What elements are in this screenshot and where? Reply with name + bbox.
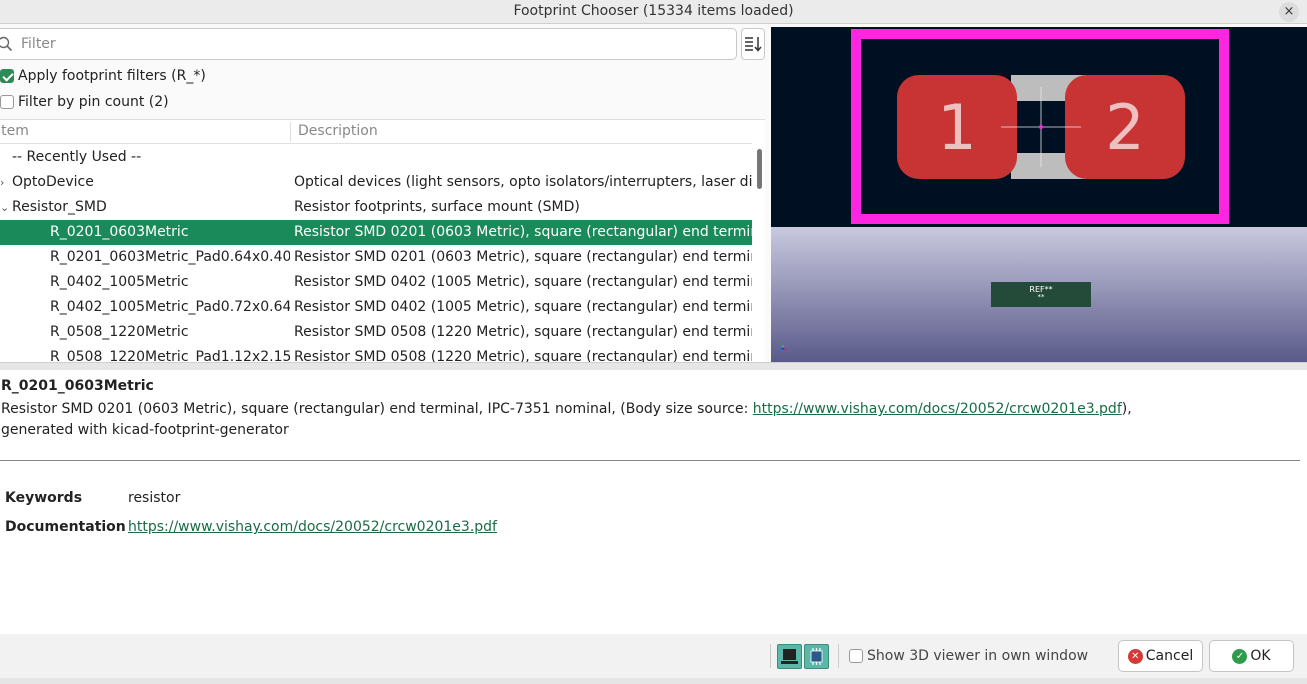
tree-row[interactable]: R_0508_1220Metric_Pad1.12x2.15mm_HandSol… — [0, 345, 752, 362]
ref-sub-3d: ** — [1038, 293, 1046, 301]
ok-label: OK — [1250, 648, 1271, 664]
footer-separator — [770, 644, 771, 668]
tree-row-description: Resistor SMD 0508 (1220 Metric), square … — [294, 324, 752, 340]
library-pane: Apply footprint filters (R_*) Filter by … — [0, 25, 767, 362]
tree-row-description: Resistor SMD 0201 (0603 Metric), square … — [294, 249, 752, 265]
expander-icon[interactable]: › — [0, 170, 10, 195]
tree-row[interactable]: R_0402_1005Metric_Pad0.72x0.64mm_HandSol… — [0, 295, 752, 320]
pin-count-label: Filter by pin count (2) — [18, 94, 169, 110]
tree-row-item: OptoDevice — [12, 174, 94, 190]
footprint-tree: Item Description -- Recently Used -- › Opt… — [0, 119, 765, 362]
tree-row[interactable]: R_0402_1005Metric Resistor SMD 0402 (1005… — [0, 270, 752, 295]
footprint-view-icon — [781, 649, 798, 664]
tree-row[interactable]: ⌄ Resistor_SMD Resistor footprints, surfac… — [0, 195, 752, 220]
tree-row-item: R_0201_0603Metric_Pad0.64x0.40mm_HandSol… — [50, 249, 290, 265]
tree-row-item: R_0402_1005Metric_Pad0.72x0.64mm_HandSol… — [50, 299, 290, 315]
documentation-row: Documentation https://www.vishay.com/docs… — [5, 519, 497, 535]
show-3d-label: Show 3D viewer in own window — [867, 648, 1089, 664]
details-divider — [0, 460, 1300, 461]
column-header-item[interactable]: Item — [0, 123, 29, 139]
tree-row-item: R_0508_1220Metric — [50, 324, 189, 340]
ok-button[interactable]: ✓ OK — [1209, 640, 1294, 672]
tree-row-description: Resistor SMD 0508 (1220 Metric), square … — [294, 349, 752, 362]
footprint-name: R_0201_0603Metric — [1, 378, 154, 394]
tree-scrollbar[interactable] — [754, 145, 764, 362]
tree-row-item: -- Recently Used -- — [12, 149, 142, 165]
show-3d-checkbox[interactable] — [849, 649, 863, 663]
keywords-row: Keywords resistor — [5, 490, 180, 506]
column-divider[interactable] — [290, 122, 291, 142]
cancel-icon: ✕ — [1127, 648, 1143, 664]
datasheet-link[interactable]: https://www.vishay.com/docs/20052/crcw02… — [753, 401, 1122, 417]
show-3d-view-button[interactable] — [804, 644, 829, 669]
footprint-description: Resistor SMD 0201 (0603 Metric), square … — [1, 399, 1201, 441]
documentation-label: Documentation — [5, 519, 126, 535]
expander-icon[interactable]: ⌄ — [0, 195, 10, 220]
keywords-label: Keywords — [5, 490, 83, 506]
splitter-sash[interactable] — [0, 362, 1307, 370]
description-text-prefix: Resistor SMD 0201 (0603 Metric), square … — [1, 401, 753, 417]
window-title: Footprint Chooser (15334 items loaded) — [513, 3, 794, 19]
status-strip — [0, 678, 1307, 684]
tree-row-item: R_0201_0603Metric — [50, 224, 189, 240]
ok-icon: ✓ — [1232, 648, 1248, 664]
tree-row[interactable]: R_0201_0603Metric_Pad0.64x0.40mm_HandSol… — [0, 245, 752, 270]
pin-count-option[interactable]: Filter by pin count (2) — [0, 91, 169, 113]
details-panel: R_0201_0603Metric Resistor SMD 0201 (060… — [0, 370, 1307, 634]
filter-input[interactable] — [21, 33, 721, 55]
tree-row-description: Resistor SMD 0201 (0603 Metric), square … — [294, 224, 752, 240]
apply-filters-checkbox[interactable] — [0, 69, 14, 83]
tree-row-description: Resistor SMD 0402 (1005 Metric), square … — [294, 274, 752, 290]
tree-row-item: Resistor_SMD — [12, 199, 107, 215]
column-header-description[interactable]: Description — [298, 123, 378, 139]
sort-icon — [745, 37, 762, 52]
cancel-button[interactable]: ✕ Cancel — [1118, 640, 1203, 672]
tree-row-item: R_0402_1005Metric — [50, 274, 189, 290]
show-footprint-view-button[interactable] — [777, 644, 802, 669]
keywords-value: resistor — [128, 490, 181, 506]
tree-row[interactable]: R_0201_0603Metric Resistor SMD 0201 (0603… — [0, 220, 752, 245]
dialog-footer: Show 3D viewer in own window ✕ Cancel ✓ … — [0, 634, 1307, 684]
pad-2-label: 2 — [1105, 91, 1144, 164]
filter-box — [0, 28, 737, 60]
preview-canvas: 1 2 REF** ** — [771, 27, 1307, 362]
tree-row[interactable]: › OptoDevice Optical devices (light sensor… — [0, 170, 752, 195]
close-icon: × — [1283, 4, 1295, 19]
pin-count-checkbox[interactable] — [0, 95, 14, 109]
tree-row-item: R_0508_1220Metric_Pad1.12x2.15mm_HandSol… — [50, 349, 290, 362]
scroll-thumb[interactable] — [757, 149, 762, 189]
pad-1-label: 1 — [937, 91, 976, 164]
sort-button[interactable] — [741, 28, 765, 60]
apply-filters-label: Apply footprint filters (R_*) — [18, 68, 206, 84]
close-button[interactable]: × — [1279, 2, 1299, 22]
footprint-preview: 1 2 REF** ** — [771, 27, 1307, 362]
tree-row-description: Resistor SMD 0402 (1005 Metric), square … — [294, 299, 752, 315]
apply-filters-option[interactable]: Apply footprint filters (R_*) — [0, 65, 206, 87]
tree-header: Item Description — [0, 120, 752, 144]
origin-marker — [1039, 125, 1043, 129]
chip-3d-icon — [810, 648, 823, 665]
tree-row-description: Optical devices (light sensors, opto iso… — [294, 174, 752, 190]
tree-row-description: Resistor footprints, surface mount (SMD) — [294, 199, 580, 215]
search-icon — [0, 36, 13, 52]
tree-row[interactable]: -- Recently Used -- — [0, 145, 752, 170]
title-bar: Footprint Chooser (15334 items loaded) × — [0, 0, 1307, 24]
tree-row[interactable]: R_0508_1220Metric Resistor SMD 0508 (1220… — [0, 320, 752, 345]
footer-separator-2 — [838, 644, 839, 668]
documentation-link[interactable]: https://www.vishay.com/docs/20052/crcw02… — [128, 519, 497, 535]
cancel-label: Cancel — [1145, 648, 1194, 664]
show-3d-option[interactable]: Show 3D viewer in own window — [849, 645, 1088, 667]
tree-rows: -- Recently Used -- › OptoDevice Optical de… — [0, 145, 752, 362]
